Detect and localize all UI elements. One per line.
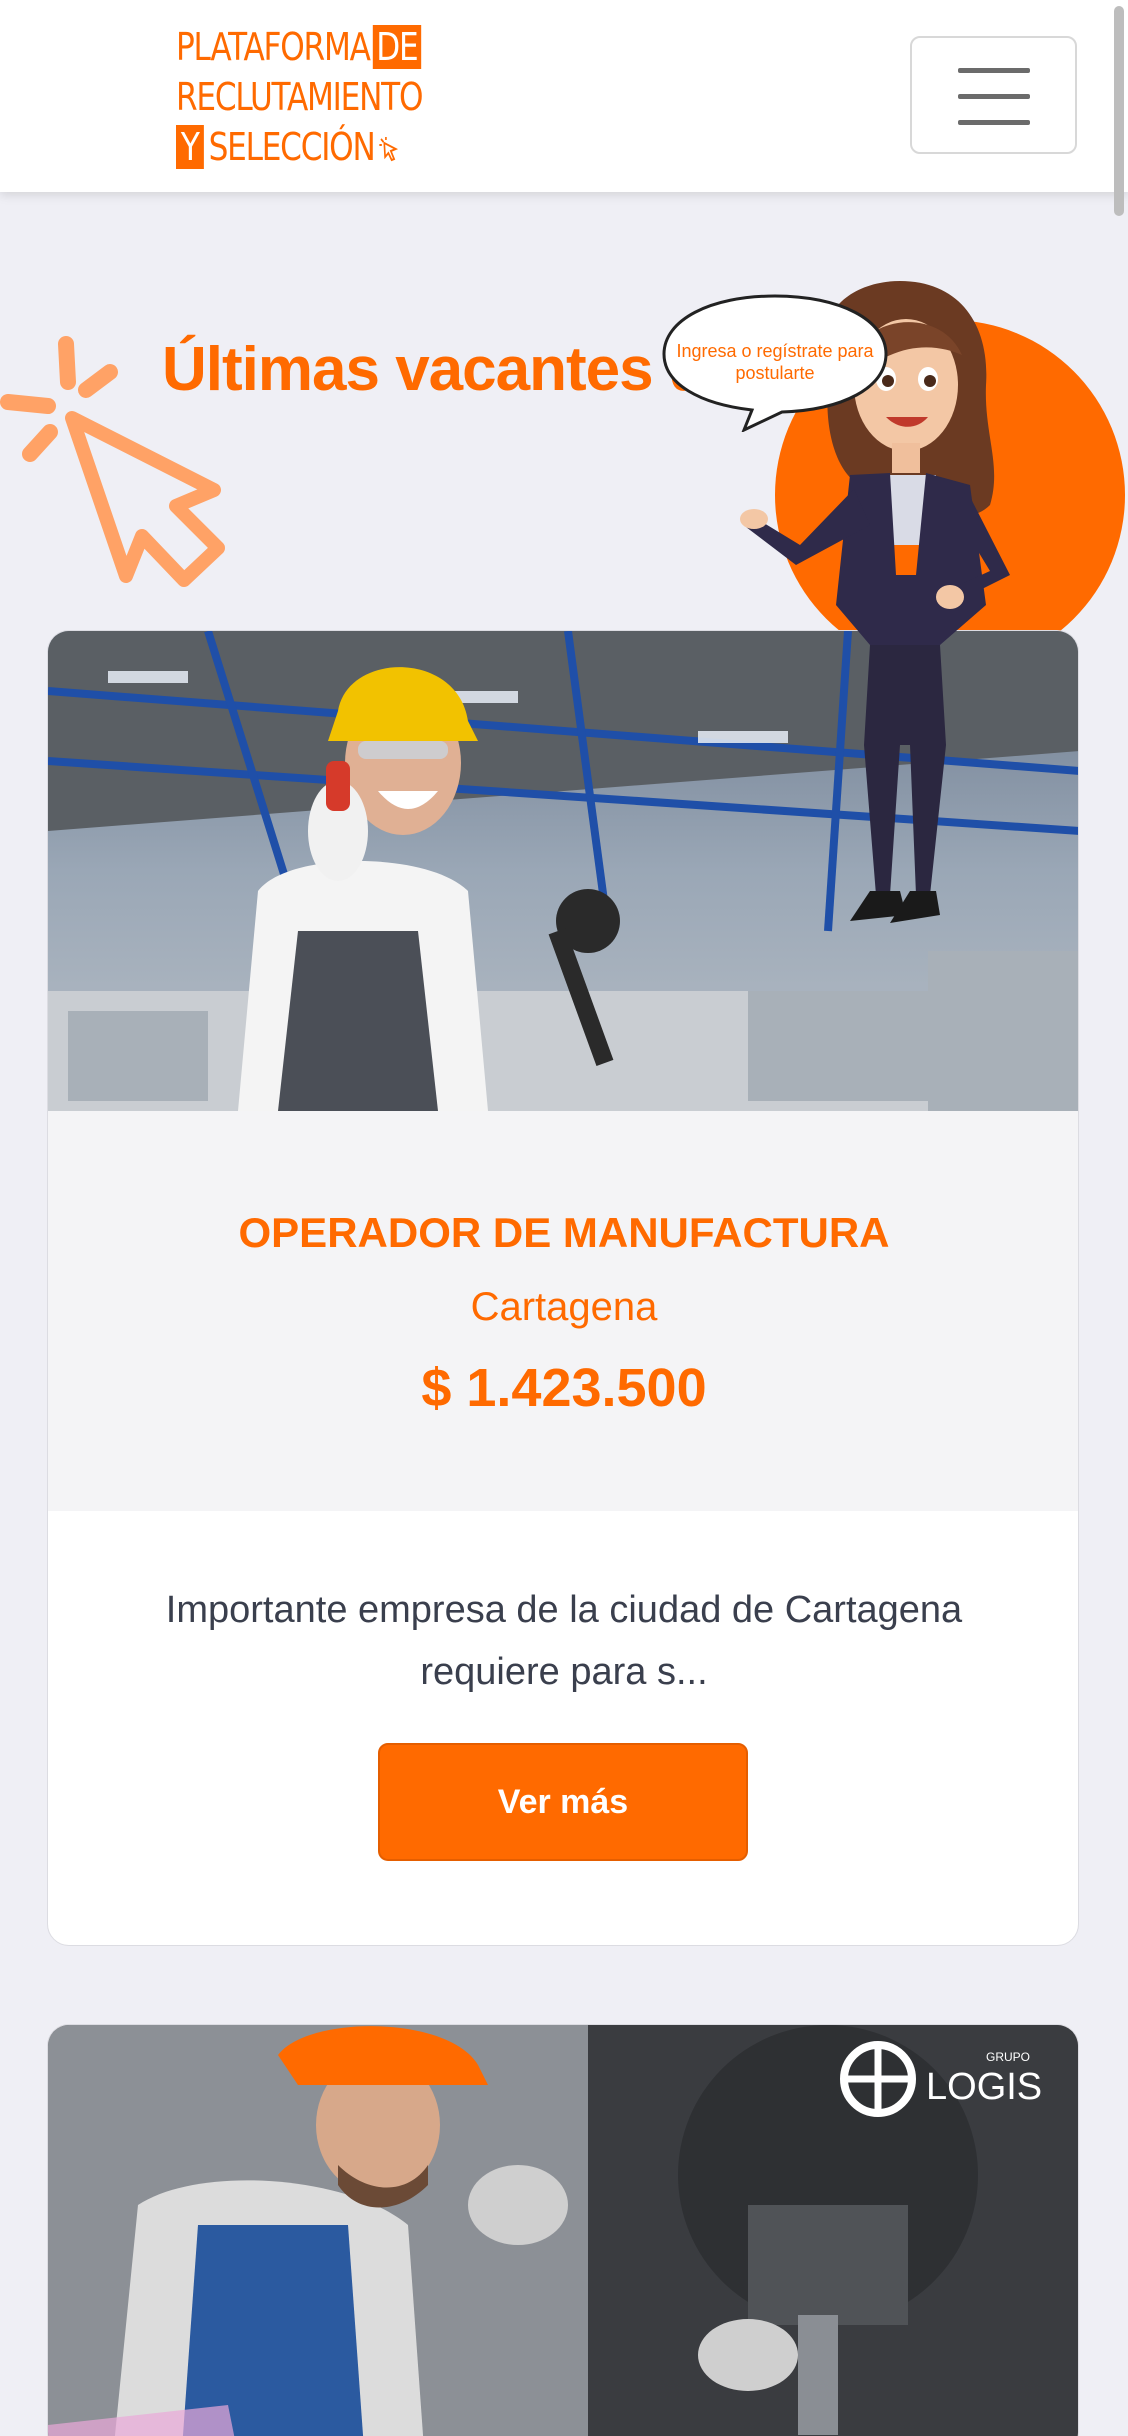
speech-bubble-text[interactable]: Ingresa o regístrate para postularte xyxy=(666,340,884,384)
job-description: Importante empresa de la ciudad de Carta… xyxy=(165,1589,963,1693)
platform-logo[interactable]: PLATAFORMA DE RECLUTAMIENTO Y SELECCIÓN xyxy=(176,22,424,172)
logo-line1: PLATAFORMA xyxy=(176,25,371,69)
view-more-button[interactable]: Ver más xyxy=(378,1743,748,1861)
logo-small-text: GRUPO xyxy=(986,2050,1030,2064)
cursor-click-icon xyxy=(379,136,399,161)
logo-line3: SELECCIÓN xyxy=(208,125,376,169)
section-title: Últimas vacantes d xyxy=(162,335,707,404)
job-location: Cartagena xyxy=(470,1285,658,1329)
job-card-image: GRUPO LOGIS xyxy=(48,2025,1078,2436)
hamburger-menu-button[interactable] xyxy=(910,36,1077,154)
job-title[interactable]: OPERADOR DE MANUFACTURA xyxy=(48,1209,1078,1257)
logo-line1-box: DE xyxy=(372,25,421,69)
hamburger-menu-icon xyxy=(958,68,1030,73)
logo-brand-text: LOGIS xyxy=(926,2066,1042,2108)
top-navbar: PLATAFORMA DE RECLUTAMIENTO Y SELECCIÓN xyxy=(0,0,1128,192)
job-card[interactable]: GRUPO LOGIS xyxy=(47,2024,1079,2436)
job-salary: $ 1.423.500 xyxy=(421,1358,707,1418)
logo-line2: RECLUTAMIENTO xyxy=(176,75,424,119)
scrollbar-thumb[interactable] xyxy=(1114,6,1124,216)
cursor-click-icon xyxy=(0,336,225,587)
logo-line3-box: Y xyxy=(176,125,204,169)
logis-logo: GRUPO LOGIS xyxy=(840,2041,1042,2117)
